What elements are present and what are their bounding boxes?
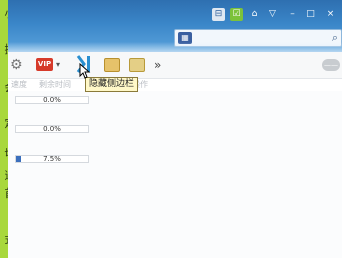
progress-bar: 0.0% bbox=[15, 96, 89, 104]
folder-icon[interactable] bbox=[104, 58, 120, 72]
search-input[interactable]: ▦ ⌕ bbox=[174, 29, 342, 47]
chevron-down-icon[interactable]: ▾ bbox=[56, 57, 60, 73]
download-manager-window: ⊟ ☑ ⌂ ▽ – □ × ▦ ⌕ ⚙ VIP ▾ » —— 速度 剩余时间 操… bbox=[8, 0, 342, 258]
progress-text: 7.5% bbox=[43, 155, 61, 163]
minimize-button[interactable]: – bbox=[286, 8, 299, 21]
close-button[interactable]: × bbox=[324, 8, 337, 21]
vip-button[interactable]: VIP bbox=[36, 58, 53, 71]
list-header: 速度 剩余时间 操作 操作 bbox=[8, 79, 342, 91]
more-icon[interactable]: » bbox=[154, 57, 161, 73]
download-list: 0.0% 0.0% 7.5% bbox=[8, 91, 342, 258]
toolbar: ⚙ VIP ▾ » —— bbox=[8, 52, 342, 79]
shirt-icon[interactable]: ⌂ bbox=[248, 8, 261, 21]
progress-text: 0.0% bbox=[43, 125, 61, 133]
search-icon[interactable]: ⌕ bbox=[332, 31, 338, 45]
search-engine-logo-icon[interactable]: ▦ bbox=[178, 32, 192, 44]
skin-icon[interactable]: ⊟ bbox=[212, 8, 225, 21]
gear-icon[interactable]: ⚙ bbox=[10, 57, 26, 73]
title-bar: ⊟ ☑ ⌂ ▽ – □ × ▦ ⌕ bbox=[8, 0, 342, 52]
column-remaining-time[interactable]: 剩余时间 bbox=[39, 79, 71, 91]
progress-text: 0.0% bbox=[43, 96, 61, 104]
menu-icon[interactable]: ▽ bbox=[266, 8, 279, 21]
mouse-cursor-icon bbox=[79, 63, 91, 79]
column-speed[interactable]: 速度 bbox=[11, 79, 27, 91]
maximize-button[interactable]: □ bbox=[304, 8, 317, 21]
toggle-icon[interactable]: —— bbox=[322, 59, 340, 71]
progress-bar: 0.0% bbox=[15, 125, 89, 133]
tooltip: 隐藏侧边栏 bbox=[85, 77, 139, 92]
check-icon[interactable]: ☑ bbox=[230, 8, 243, 21]
progress-bar: 7.5% bbox=[15, 155, 89, 163]
game-icon[interactable] bbox=[129, 58, 145, 72]
